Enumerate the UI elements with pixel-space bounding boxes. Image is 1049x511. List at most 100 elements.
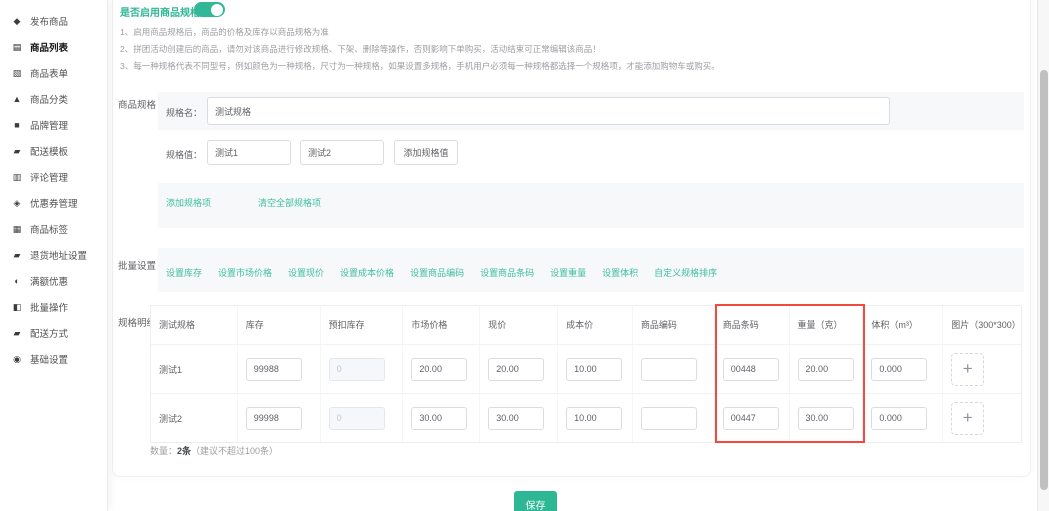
spec-value-input-1[interactable] bbox=[207, 140, 291, 165]
sidebar: ◆发布商品 ▤商品列表 ▧ 商品表单 ▲商品分类 ■ 品牌管理 ▰ 配送模板 ▥评论管… bbox=[0, 0, 108, 511]
reserved-stock-input bbox=[329, 407, 385, 430]
note-3: 3、每一种规格代表不同型号，例如颜色为一种规格，尺寸为一种规格，如果设置多规格，… bbox=[120, 60, 720, 72]
col-weight: 重量（克） bbox=[790, 306, 864, 344]
sidebar-item-full-discount[interactable]: ◐ 满额优惠 bbox=[0, 268, 107, 294]
note-2: 2、拼团活动创建后的商品，请勿对该商品进行修改规格、下架、删除等操作，否则影响下… bbox=[120, 43, 601, 55]
set-weight-link[interactable]: 设置重量 bbox=[550, 266, 586, 279]
discount-icon: ◐ bbox=[11, 276, 23, 286]
col-goods-code: 商品编码 bbox=[633, 306, 715, 344]
set-barcode-link[interactable]: 设置商品条码 bbox=[480, 266, 534, 279]
sidebar-item-label: 退货地址设置 bbox=[30, 248, 87, 262]
briefcase-icon: ■ bbox=[11, 120, 23, 130]
spec-section-label: 商品规格 bbox=[118, 97, 156, 111]
sidebar-item-label: 品牌管理 bbox=[30, 118, 68, 132]
row-count-text: 数量：2条（建议不超过100条） bbox=[150, 444, 278, 457]
stock-input[interactable] bbox=[246, 358, 302, 381]
goods-code-input[interactable] bbox=[641, 407, 697, 430]
table-header-row: 测试规格 库存 预扣库存 市场价格 现价 成本价 商品编码 商品条码 重量（克）… bbox=[151, 306, 1021, 344]
col-barcode: 商品条码 bbox=[715, 306, 790, 344]
add-image-button[interactable]: + bbox=[951, 353, 984, 386]
sidebar-item-label: 商品表单 bbox=[30, 66, 68, 80]
add-image-button[interactable]: + bbox=[951, 402, 984, 435]
spec-name-label: 规格名： bbox=[166, 106, 202, 119]
gear-icon: ◉ bbox=[11, 354, 23, 365]
sidebar-item-goods-form[interactable]: ▧ 商品表单 bbox=[0, 60, 107, 86]
spec-detail-table: 测试规格 库存 预扣库存 市场价格 现价 成本价 商品编码 商品条码 重量（克）… bbox=[150, 305, 1022, 443]
tags-icon: ▦ bbox=[11, 224, 23, 235]
cost-price-input[interactable] bbox=[566, 407, 622, 430]
set-cost-price-link[interactable]: 设置成本价格 bbox=[340, 266, 394, 279]
sidebar-item-label: 基础设置 bbox=[30, 352, 68, 366]
batch-links: 设置库存 设置市场价格 设置现价 设置成本价格 设置商品编码 设置商品条码 设置… bbox=[166, 266, 717, 279]
sidebar-item-label: 满额优惠 bbox=[30, 274, 68, 288]
add-spec-value-button[interactable]: 添加规格值 bbox=[394, 140, 458, 165]
weight-input[interactable] bbox=[798, 358, 854, 381]
col-spec: 测试规格 bbox=[151, 306, 238, 344]
sidebar-item-goods-category[interactable]: ▲商品分类 bbox=[0, 86, 107, 112]
tag-icon: ◈ bbox=[11, 198, 23, 209]
row-spec-name: 测试2 bbox=[159, 412, 182, 425]
col-stock: 库存 bbox=[238, 306, 321, 344]
sidebar-item-shipping-method[interactable]: ▰ 配送方式 bbox=[0, 320, 107, 346]
sidebar-item-label: 优惠券管理 bbox=[30, 196, 78, 210]
plus-icon: + bbox=[963, 408, 973, 427]
volume-input[interactable] bbox=[871, 407, 927, 430]
col-image: 图片（300*300） bbox=[943, 306, 1021, 344]
sidebar-item-review-manage[interactable]: ▥评论管理 bbox=[0, 164, 107, 190]
sidebar-item-label: 配送模板 bbox=[30, 144, 68, 158]
market-price-input[interactable] bbox=[411, 358, 467, 381]
set-price-link[interactable]: 设置现价 bbox=[288, 266, 324, 279]
list-icon: ▤ bbox=[11, 42, 23, 53]
barcode-input[interactable] bbox=[723, 407, 779, 430]
count-hint: （建议不超过100条） bbox=[191, 446, 278, 456]
sidebar-item-coupon-manage[interactable]: ◈ 优惠券管理 bbox=[0, 190, 107, 216]
goods-code-input[interactable] bbox=[641, 358, 697, 381]
set-goods-code-link[interactable]: 设置商品编码 bbox=[410, 266, 464, 279]
set-volume-link[interactable]: 设置体积 bbox=[602, 266, 638, 279]
comment-icon: ▥ bbox=[11, 172, 23, 183]
toggle-knob bbox=[211, 4, 223, 16]
scrollbar-thumb[interactable] bbox=[1040, 70, 1048, 490]
price-input[interactable] bbox=[488, 407, 544, 430]
sidebar-item-publish-goods[interactable]: ◆发布商品 bbox=[0, 8, 107, 34]
form-icon: ▧ bbox=[11, 68, 23, 79]
batch-section-label: 批量设置 bbox=[118, 258, 156, 272]
sidebar-item-goods-list[interactable]: ▤商品列表 bbox=[0, 34, 107, 60]
clear-all-spec-link[interactable]: 清空全部规格项 bbox=[258, 196, 321, 209]
add-spec-item-link[interactable]: 添加规格项 bbox=[166, 196, 211, 209]
cost-price-input[interactable] bbox=[566, 358, 622, 381]
page: ◆发布商品 ▤商品列表 ▧ 商品表单 ▲商品分类 ■ 品牌管理 ▰ 配送模板 ▥评论管… bbox=[0, 0, 1049, 511]
weight-input[interactable] bbox=[798, 407, 854, 430]
enable-spec-toggle[interactable] bbox=[194, 2, 225, 17]
batch-icon: ◧ bbox=[11, 302, 23, 313]
sidebar-item-batch-ops[interactable]: ◧批量操作 bbox=[0, 294, 107, 320]
custom-spec-sort-link[interactable]: 自定义规格排序 bbox=[654, 266, 717, 279]
market-price-input[interactable] bbox=[411, 407, 467, 430]
spec-value-input-2[interactable] bbox=[300, 140, 384, 165]
sidebar-item-brand-manage[interactable]: ■ 品牌管理 bbox=[0, 112, 107, 138]
set-market-price-link[interactable]: 设置市场价格 bbox=[218, 266, 272, 279]
sidebar-item-label: 配送方式 bbox=[30, 326, 68, 340]
sidebar-item-return-address[interactable]: ▰退货地址设置 bbox=[0, 242, 107, 268]
spec-name-input[interactable] bbox=[207, 97, 890, 125]
scrollbar-track[interactable] bbox=[1037, 0, 1049, 511]
set-stock-link[interactable]: 设置库存 bbox=[166, 266, 202, 279]
note-1: 1、启用商品规格后，商品的价格及库存以商品规格为准 bbox=[120, 26, 329, 38]
sidebar-item-goods-tags[interactable]: ▦商品标签 bbox=[0, 216, 107, 242]
sidebar-item-shipping-template[interactable]: ▰ 配送模板 bbox=[0, 138, 107, 164]
volume-input[interactable] bbox=[871, 358, 927, 381]
truck-icon: ▰ bbox=[11, 328, 23, 339]
save-button[interactable]: 保存 bbox=[514, 491, 557, 511]
truck-icon: ▰ bbox=[11, 146, 23, 157]
sidebar-item-basic-settings[interactable]: ◉ 基础设置 bbox=[0, 346, 107, 372]
category-icon: ▲ bbox=[11, 94, 23, 104]
sidebar-item-label: 发布商品 bbox=[30, 14, 68, 28]
spec-value-label: 规格值： bbox=[166, 148, 202, 161]
table-row: 测试2 + bbox=[151, 393, 1021, 442]
count-value: 2条 bbox=[177, 446, 191, 456]
col-market-price: 市场价格 bbox=[403, 306, 480, 344]
stock-input[interactable] bbox=[246, 407, 302, 430]
price-input[interactable] bbox=[488, 358, 544, 381]
barcode-input[interactable] bbox=[723, 358, 779, 381]
plus-icon: + bbox=[963, 359, 973, 378]
